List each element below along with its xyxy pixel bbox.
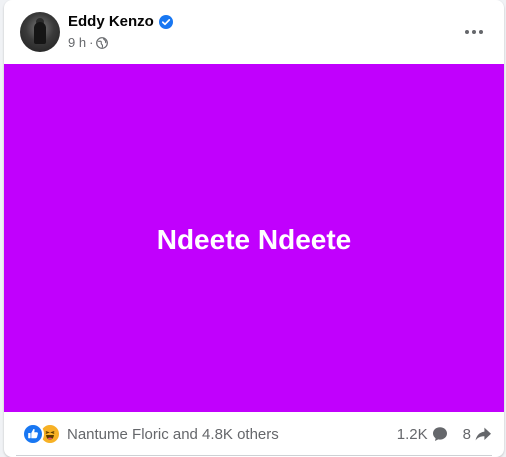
more-options-button[interactable]	[456, 14, 492, 50]
post-text: Ndeete Ndeete	[156, 224, 352, 255]
author-name[interactable]: Eddy Kenzo	[68, 13, 154, 30]
author-avatar[interactable]	[20, 12, 60, 52]
reactions-divider	[16, 455, 492, 456]
post-text-background[interactable]: Ndeete Ndeete	[4, 64, 504, 412]
globe-icon[interactable]	[96, 36, 109, 49]
reactions-bar: Nantume Floric and 4.8K others 1.2K 8	[4, 412, 504, 456]
engagement-counts: 1.2K 8	[397, 425, 492, 443]
like-icon	[22, 423, 44, 445]
share-icon	[474, 425, 492, 443]
reaction-summary-text: Nantume Floric and 4.8K others	[67, 425, 279, 443]
author-row: Eddy Kenzo	[68, 13, 173, 30]
comment-icon	[431, 425, 449, 443]
reaction-icons	[22, 423, 61, 445]
shares-count: 8	[462, 425, 471, 443]
avatar-figure	[34, 22, 46, 44]
post-meta: 9 h ·	[68, 35, 109, 50]
post-header: Eddy Kenzo 9 h ·	[4, 0, 504, 64]
shares-count-link[interactable]: 8	[463, 425, 492, 443]
more-horizontal-icon	[465, 30, 483, 34]
post-card: Eddy Kenzo 9 h · Ndeete Ndeete Nantume F…	[4, 0, 504, 457]
comments-count: 1.2K	[396, 425, 428, 443]
reactions-summary-link[interactable]: Nantume Floric and 4.8K others	[22, 423, 279, 445]
verified-badge-icon	[158, 14, 173, 29]
meta-separator: ·	[89, 35, 94, 50]
comments-count-link[interactable]: 1.2K	[397, 425, 449, 443]
post-time[interactable]: 9 h	[68, 35, 86, 50]
